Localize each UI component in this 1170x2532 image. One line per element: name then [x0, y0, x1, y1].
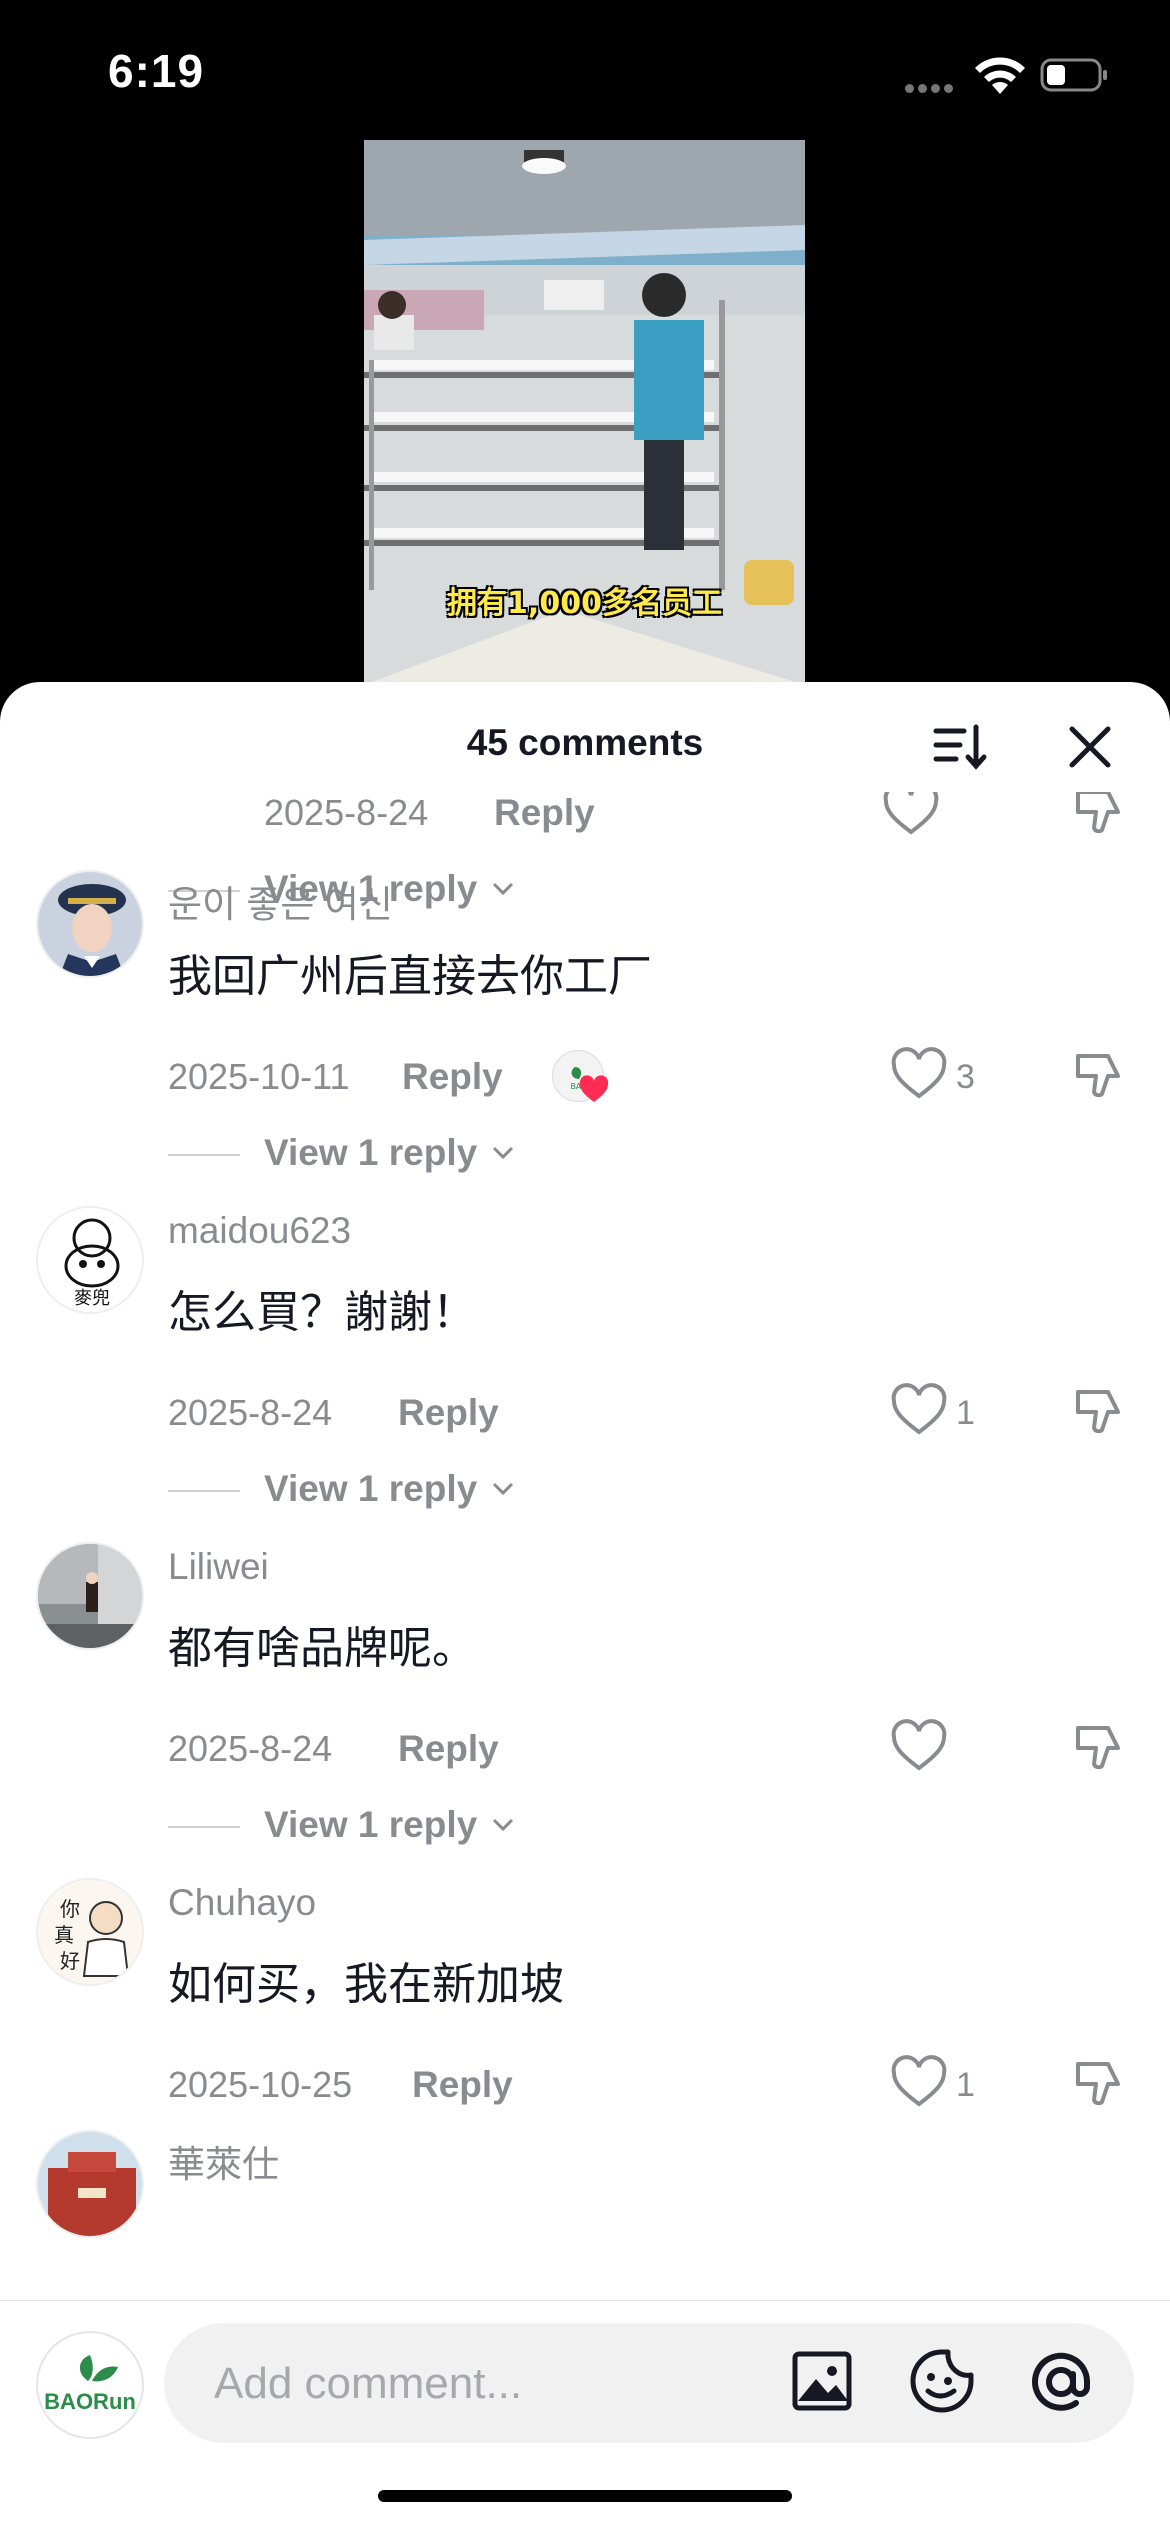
comment-input-placeholder: Add comment... [214, 2359, 523, 2408]
comment-item: 운이 좋은 여신 我回广州后直接去你工厂 2025-10-11 Reply BA… [0, 870, 1170, 1206]
chevron-down-icon [492, 1482, 514, 1496]
comments-list[interactable]: 2025-8-24 Reply View 1 reply 운이 좋은 여신 我回… [0, 792, 1170, 2300]
comment-username[interactable]: 운이 좋은 여신 [168, 874, 393, 928]
heart-icon [579, 1075, 609, 1102]
cellular-signal-icon [905, 80, 961, 93]
avatar[interactable]: 你 真 好 [36, 1878, 144, 1986]
reply-button[interactable]: Reply [398, 1392, 499, 1434]
comment-item: 麥兜 maidou623 怎么買？謝謝！ 2025-8-24 Reply 1 V… [0, 1206, 1170, 1542]
dislike-icon[interactable] [1068, 2054, 1126, 2112]
svg-text:麥兜: 麥兜 [74, 1288, 110, 1309]
heart-icon[interactable] [890, 2054, 948, 2112]
brand-leaf-icon [79, 2355, 118, 2382]
comment-item: Liliwei 都有啥品牌呢。 2025-8-24 Reply View 1 r… [0, 1542, 1170, 1878]
comment-username[interactable]: 華萊仕 [168, 2134, 279, 2188]
battery-icon [1040, 58, 1107, 92]
comment-item: 你 真 好 Chuhayo 如何买，我在新加坡 2025-10-25 Reply… [0, 1878, 1170, 2138]
wifi-icon [975, 57, 1025, 94]
comment-date: 2025-10-25 [168, 2064, 353, 2105]
like-count: 1 [956, 1394, 975, 1432]
dislike-icon[interactable] [1068, 1718, 1126, 1776]
comment-text: 都有啥品牌呢。 [168, 1623, 476, 1674]
comment-item: 華萊仕 [0, 2130, 1170, 2300]
dislike-icon[interactable] [1068, 1046, 1126, 1104]
heart-icon[interactable] [882, 792, 940, 840]
comment-date: 2025-8-24 [264, 792, 429, 833]
svg-text:好: 好 [60, 1949, 80, 1973]
reply-divider [168, 1154, 240, 1156]
home-indicator[interactable] [378, 2490, 792, 2502]
heart-icon[interactable] [890, 1382, 948, 1440]
comment-username[interactable]: Chuhayo [168, 1882, 316, 1924]
heart-icon[interactable] [890, 1718, 948, 1776]
view-replies-label: View 1 reply [264, 1132, 478, 1173]
avatar[interactable] [36, 870, 144, 978]
view-replies-label: View 1 reply [264, 1468, 478, 1509]
comment-date: 2025-8-24 [168, 1392, 333, 1433]
reply-divider [168, 1490, 240, 1492]
avatar[interactable] [36, 1542, 144, 1650]
svg-text:你: 你 [60, 1897, 80, 1921]
dislike-icon[interactable] [1068, 792, 1126, 840]
reply-button[interactable]: Reply [402, 1056, 503, 1098]
dislike-icon[interactable] [1068, 1382, 1126, 1440]
chevron-down-icon [492, 1146, 514, 1160]
view-replies-label: View 1 reply [264, 1804, 478, 1845]
reply-divider [168, 1826, 240, 1828]
image-icon[interactable] [790, 2349, 854, 2413]
status-bar: 6:19 [0, 0, 1170, 140]
reply-button[interactable]: Reply [494, 792, 595, 834]
heart-icon[interactable] [890, 1046, 948, 1104]
sort-icon[interactable] [930, 717, 990, 777]
like-count: 3 [956, 1058, 975, 1096]
comments-sheet: 45 comments 2025-8-24 Reply View 1 reply… [0, 682, 1170, 2532]
comment-text: 怎么買？謝謝！ [168, 1287, 476, 1338]
sticker-icon[interactable] [908, 2347, 976, 2415]
comment-username[interactable]: Liliwei [168, 1546, 269, 1588]
comment-date: 2025-10-11 [168, 1056, 350, 1097]
comment-text: 如何买，我在新加坡 [168, 1959, 564, 2010]
comment-text: 我回广州后直接去你工厂 [168, 951, 652, 1002]
sheet-header: 45 comments [0, 682, 1170, 802]
close-icon[interactable] [1060, 717, 1120, 777]
comment-input[interactable]: Add comment... [164, 2323, 1134, 2443]
my-avatar[interactable]: BAORun [36, 2331, 144, 2439]
avatar[interactable]: 麥兜 [36, 1206, 144, 1314]
creator-liked-badge: BAO [552, 1050, 609, 1102]
like-count: 1 [956, 2066, 975, 2104]
video-caption: 拥有1,000多名员工 [447, 586, 722, 621]
comment-date: 2025-8-24 [168, 1728, 333, 1769]
reply-button[interactable]: Reply [412, 2064, 513, 2106]
comment-count-title: 45 comments [466, 722, 704, 763]
svg-text:真: 真 [54, 1923, 74, 1947]
video-player[interactable]: 拥有1,000多名员工 [364, 140, 805, 685]
chevron-down-icon [492, 1818, 514, 1832]
at-icon[interactable] [1026, 2347, 1096, 2417]
brand-logo-text: BAORun [44, 2389, 136, 2414]
comment-username[interactable]: maidou623 [168, 1210, 351, 1252]
status-time: 6:19 [108, 45, 205, 97]
reply-button[interactable]: Reply [398, 1728, 499, 1770]
avatar[interactable] [36, 2130, 144, 2238]
